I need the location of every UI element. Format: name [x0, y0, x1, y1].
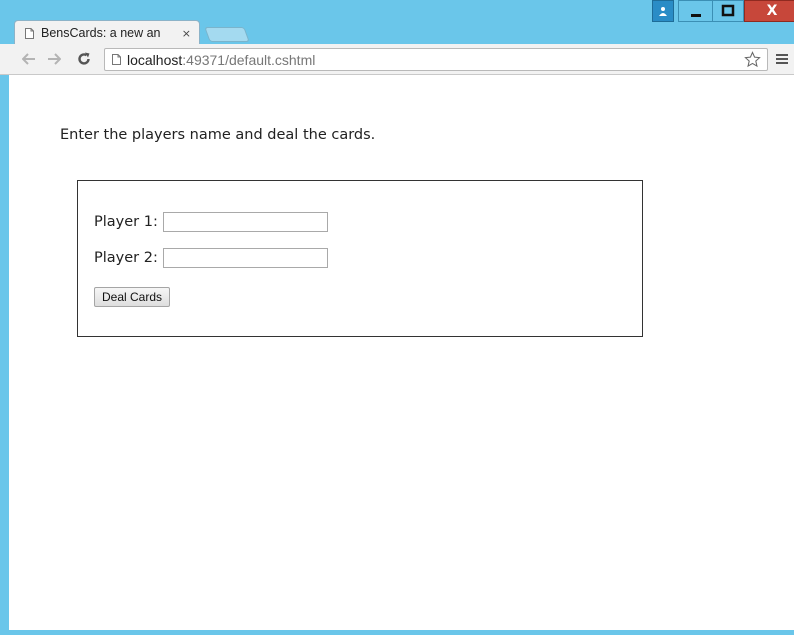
minimize-button[interactable]	[678, 0, 712, 22]
window-controls: X	[652, 0, 794, 23]
player1-input[interactable]	[162, 212, 328, 232]
player2-input[interactable]	[162, 248, 328, 268]
page-info-icon	[112, 54, 121, 65]
player-form: Player 1: Player 2: Deal Cards	[77, 180, 643, 337]
browser-toolbar: localhost:49371/default.cshtml	[0, 44, 794, 75]
new-tab-button[interactable]	[204, 27, 250, 42]
page-content: Enter the players name and deal the card…	[9, 75, 794, 630]
maximize-icon	[721, 4, 735, 17]
url-path: :49371/default.cshtml	[182, 52, 316, 68]
url-host: localhost	[127, 52, 183, 68]
reload-icon	[78, 52, 90, 65]
user-icon	[659, 7, 667, 16]
close-icon: X	[766, 3, 778, 19]
minimize-icon	[690, 14, 701, 17]
intro-text: Enter the players name and deal the card…	[60, 127, 376, 143]
tab-close-icon[interactable]: ×	[182, 27, 191, 40]
deal-cards-button[interactable]: Deal Cards	[94, 287, 171, 307]
back-button[interactable]	[21, 51, 37, 67]
address-bar[interactable]: localhost:49371/default.cshtml	[104, 48, 768, 71]
bookmark-star-icon[interactable]	[744, 51, 761, 68]
back-arrow-icon	[22, 53, 35, 65]
tab-benscards[interactable]: BensCards: a new an ×	[14, 20, 200, 44]
forward-button[interactable]	[46, 51, 62, 67]
maximize-button[interactable]	[712, 0, 744, 22]
menu-icon[interactable]	[776, 54, 788, 66]
user-profile-button[interactable]	[652, 0, 674, 22]
player1-row: Player 1:	[94, 212, 328, 232]
tab-title: BensCards: a new an	[41, 26, 161, 40]
document-icon	[25, 27, 34, 39]
forward-arrow-icon	[48, 53, 61, 65]
close-button[interactable]: X	[744, 0, 794, 22]
player2-label: Player 2:	[94, 250, 158, 266]
url-text: localhost:49371/default.cshtml	[127, 52, 315, 68]
player2-row: Player 2:	[94, 248, 328, 268]
reload-button[interactable]	[76, 51, 92, 67]
browser-window: BensCards: a new an × X localhost:49371/…	[0, 0, 794, 635]
player1-label: Player 1:	[94, 214, 158, 230]
